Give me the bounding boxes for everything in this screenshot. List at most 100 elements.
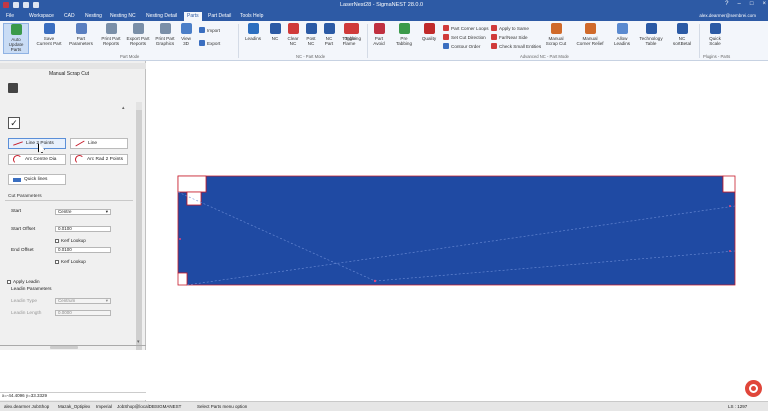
allow-leadins-button[interactable]: Allow Leadins	[610, 23, 634, 46]
quick-lines-button[interactable]: Quick lines	[8, 174, 66, 185]
collapse-arrow-icon[interactable]: ▴	[122, 105, 125, 111]
drawing-canvas[interactable]	[147, 61, 768, 401]
scrap-notch-left[interactable]	[186, 191, 202, 206]
export-button[interactable]: Export	[199, 40, 220, 46]
line-2-points-icon	[13, 141, 23, 146]
tab-cad[interactable]: CAD	[64, 13, 75, 19]
cut-direction-icon	[443, 34, 449, 40]
save-current-part-button[interactable]: Save Current Part	[36, 23, 62, 46]
command-output-area[interactable]	[0, 350, 146, 392]
close-icon[interactable]: ×	[762, 1, 766, 7]
check-small-entities-button[interactable]: Check Small Entities	[491, 43, 541, 49]
quality-button[interactable]: Quality	[419, 23, 439, 41]
contour-order-button[interactable]: Contour Order	[443, 43, 480, 49]
exit-icon[interactable]	[8, 83, 18, 93]
save-part-icon	[43, 23, 55, 34]
leadin-point[interactable]	[179, 238, 181, 240]
tab-file[interactable]: File	[6, 13, 14, 19]
import-button[interactable]: Import	[199, 27, 220, 33]
group-advanced-nc: Advanced NC - Part Mode	[520, 54, 569, 59]
nc-button[interactable]: NC	[267, 23, 283, 41]
start-offset-label: Start Offset	[11, 227, 36, 232]
start-select[interactable]: Centre ▾	[55, 209, 111, 215]
part-avoid-button[interactable]: Part Avoid	[370, 23, 388, 46]
arc-rad-2-points-button[interactable]: Arc Rad 2 Points	[70, 154, 128, 165]
chevron-down-icon: ▾	[105, 209, 108, 214]
part-drawing[interactable]	[147, 61, 768, 401]
status-database: JobShop@localDBSIGMANEST	[117, 404, 182, 409]
start-kerf-lookup-checkbox[interactable]: Kerf Lookup	[55, 238, 86, 243]
tab-tools-help[interactable]: Tools Help	[240, 13, 263, 19]
post-nc-button[interactable]: Post NC	[303, 23, 319, 46]
tab-parts[interactable]: Parts	[184, 12, 202, 21]
leadin-length-field[interactable]: 0.0000	[55, 310, 111, 316]
view-3d-button[interactable]: View 3D	[178, 23, 194, 46]
pre-tabbing-icon	[398, 23, 410, 34]
pre-tabbing-button[interactable]: Pre Tabbing	[393, 23, 415, 46]
divider	[699, 24, 700, 58]
tab-nesting[interactable]: Nesting	[85, 13, 102, 19]
clear-nc-button[interactable]: Clear NC	[285, 23, 301, 46]
status-user: alex.dearmer JobShop	[4, 404, 50, 409]
nc-icon	[269, 23, 281, 34]
scrollbar-thumb[interactable]	[136, 110, 142, 360]
manual-scrap-cut-button[interactable]: Manual Scrap Cut	[541, 23, 571, 46]
apply-leadin-checkbox[interactable]: Apply Leadin	[7, 279, 40, 284]
part-body[interactable]	[177, 175, 736, 286]
help-fab-button[interactable]	[745, 380, 762, 397]
undo-icon[interactable]	[33, 2, 39, 8]
nc-sortbetal-button[interactable]: NC sortBetal	[668, 23, 696, 46]
nc-part-button[interactable]: NC Part	[321, 23, 337, 46]
end-kerf-lookup-checkbox[interactable]: Kerf Lookup	[55, 259, 86, 264]
auto-update-parts-button[interactable]: Auto Update Parts	[3, 23, 29, 54]
arc-2pt-icon	[75, 155, 84, 164]
end-offset-label: End Offset	[11, 248, 34, 253]
splitter-handle[interactable]	[50, 346, 78, 349]
leadin-point[interactable]	[373, 279, 377, 283]
leadin-parameters-heading: Leadin Parameters	[11, 287, 52, 292]
scrap-corner-top-right[interactable]	[722, 175, 736, 193]
scrap-corner-bottom-left[interactable]	[177, 272, 188, 286]
arc-centre-dia-button[interactable]: Arc Centre Dia	[8, 154, 66, 165]
start-offset-field[interactable]: 0.0100	[55, 226, 111, 232]
tabbing-button[interactable]: Tabbing	[342, 23, 364, 41]
tab-part-detail[interactable]: Part Detail	[208, 13, 231, 19]
tab-nesting-detail[interactable]: Nesting Detail	[146, 13, 177, 19]
tab-nesting-nc[interactable]: Nesting NC	[110, 13, 136, 19]
quick-scale-button[interactable]: Quick Scale	[704, 23, 726, 46]
group-plugins: Plugins - Parts	[703, 54, 731, 59]
quick-lines-icon	[13, 177, 21, 182]
confirm-check-icon[interactable]: ✓	[8, 117, 20, 129]
line-2-points-button[interactable]: Line 2 Points	[8, 138, 66, 149]
part-parameters-button[interactable]: Part Parameters	[68, 23, 94, 46]
minimize-icon[interactable]: –	[738, 1, 741, 7]
open-icon[interactable]	[13, 2, 19, 8]
far-near-side-button[interactable]: Far/Near Side	[491, 34, 528, 40]
apply-to-same-button[interactable]: Apply to Same	[491, 25, 529, 31]
technology-icon	[645, 23, 657, 34]
technology-table-button[interactable]: Technology Table	[636, 23, 666, 46]
scrap-corner-top-left[interactable]	[177, 175, 207, 193]
print-part-graphics-button[interactable]: Print Part Graphics	[152, 23, 178, 46]
line-button[interactable]: Line	[70, 138, 128, 149]
quick-access-toolbar[interactable]	[3, 2, 39, 8]
quality-icon	[423, 23, 435, 34]
export-part-reports-button[interactable]: Export Part Reports	[124, 23, 152, 46]
corner-relief-icon	[584, 23, 596, 34]
manual-corner-relief-button[interactable]: Manual Corner Relief	[574, 23, 606, 46]
part-corner-loops-button[interactable]: Part Corner Loops	[443, 25, 489, 31]
parameters-icon	[75, 23, 87, 34]
leadin-point[interactable]	[729, 250, 731, 252]
tab-workspace[interactable]: Workspace	[29, 13, 54, 19]
leadins-button[interactable]: Leadins	[242, 23, 264, 41]
set-cut-direction-button[interactable]: Set Cut Direction	[443, 34, 486, 40]
save-icon[interactable]	[23, 2, 29, 8]
window-controls[interactable]: ? – □ ×	[725, 1, 766, 7]
leadin-point[interactable]	[729, 205, 731, 207]
maximize-icon[interactable]: □	[750, 1, 754, 7]
allow-leadins-icon	[616, 23, 628, 34]
leadin-type-select[interactable]: Centrum ▾	[55, 298, 111, 304]
help-icon[interactable]: ?	[725, 1, 728, 7]
print-part-reports-button[interactable]: Print Part Reports	[98, 23, 124, 46]
end-offset-field[interactable]: 0.0100	[55, 247, 111, 253]
